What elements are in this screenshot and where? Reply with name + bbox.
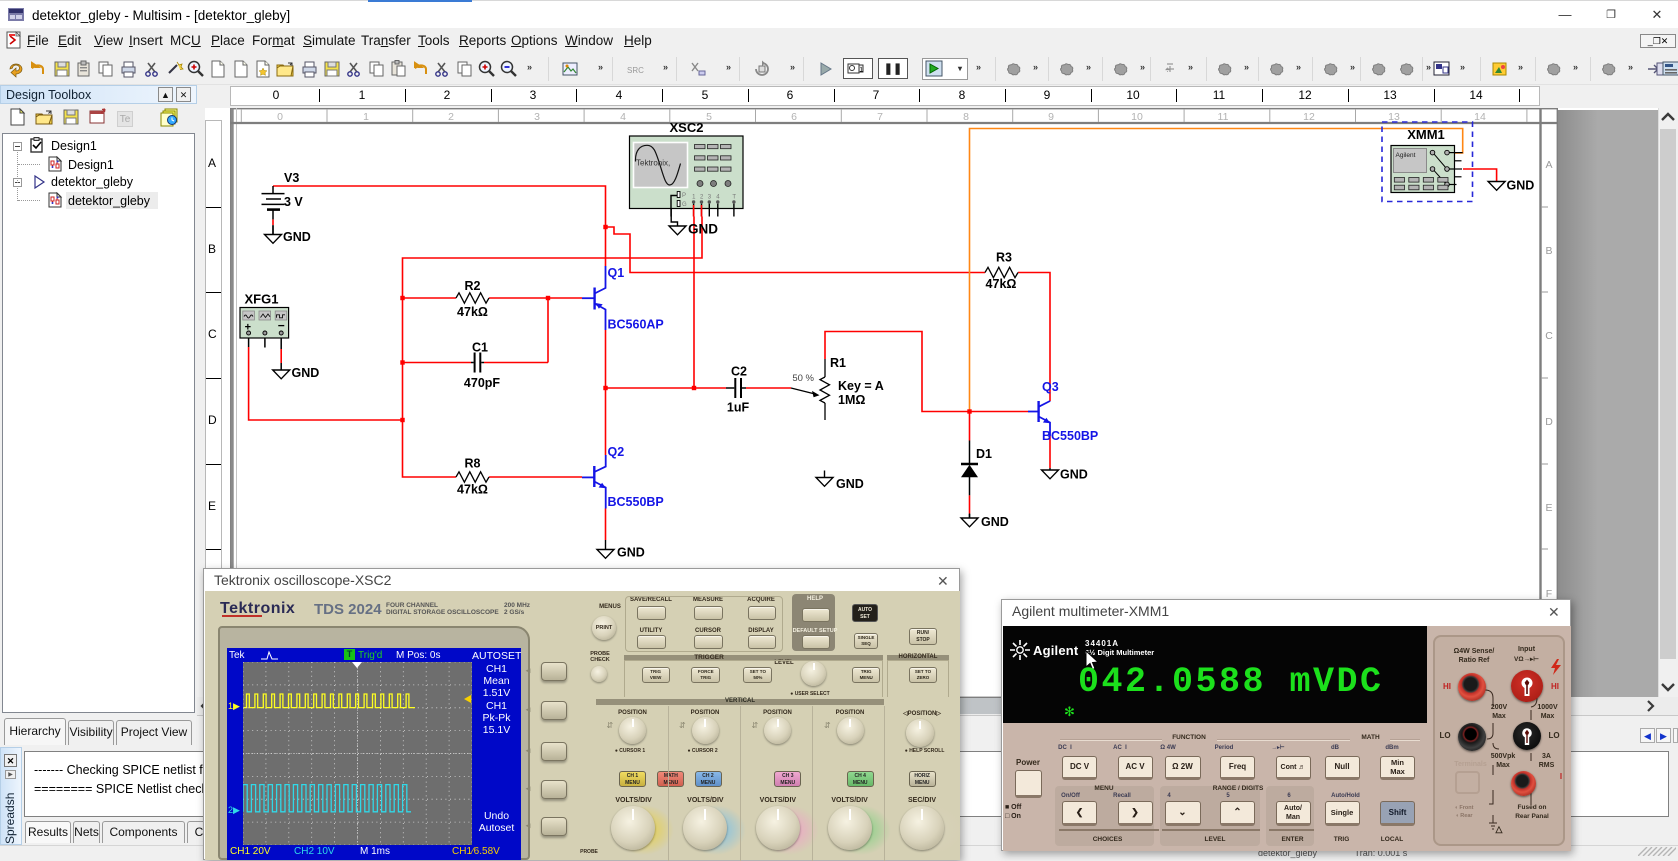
- svg-text:D1: D1: [976, 447, 992, 461]
- svg-text:4: 4: [620, 111, 626, 123]
- svg-text:2: 2: [448, 111, 454, 123]
- svg-text:BC550BP: BC550BP: [1042, 429, 1098, 443]
- svg-text:47kΩ: 47kΩ: [986, 277, 1017, 291]
- svg-text:GND: GND: [981, 515, 1009, 529]
- svg-text:Key = A: Key = A: [838, 379, 884, 393]
- svg-text:GND: GND: [617, 546, 645, 560]
- svg-text:7: 7: [877, 111, 883, 123]
- svg-text:T: T: [732, 195, 736, 201]
- svg-text:G: G: [682, 202, 687, 208]
- svg-text:÷: ÷: [1165, 65, 1170, 75]
- svg-text:3: 3: [534, 111, 540, 123]
- svg-text:SRC: SRC: [627, 66, 644, 75]
- svg-text:R1: R1: [830, 356, 846, 370]
- svg-text:XMM1: XMM1: [1407, 127, 1445, 142]
- svg-text:XFG1: XFG1: [245, 292, 279, 307]
- svg-text:GND: GND: [688, 222, 718, 237]
- svg-text:D: D: [1545, 416, 1553, 428]
- svg-text:10: 10: [1131, 111, 1143, 123]
- svg-text:R3: R3: [996, 251, 1012, 265]
- svg-text:47kΩ: 47kΩ: [457, 483, 488, 497]
- svg-text:A: A: [1545, 159, 1552, 171]
- svg-text:GND: GND: [836, 477, 864, 491]
- svg-text:E: E: [1545, 502, 1552, 514]
- svg-text:12: 12: [1303, 111, 1315, 123]
- svg-text:Tektronix,: Tektronix,: [636, 159, 670, 168]
- svg-text:1uF: 1uF: [727, 401, 750, 415]
- svg-text:47kΩ: 47kΩ: [457, 305, 488, 319]
- svg-text:−: −: [278, 319, 285, 333]
- svg-text:R8: R8: [465, 457, 481, 471]
- svg-text:P: P: [682, 193, 686, 199]
- svg-text:6: 6: [791, 111, 797, 123]
- svg-text:Q3: Q3: [1042, 380, 1059, 394]
- svg-text:3 V: 3 V: [284, 195, 303, 209]
- svg-text:GND: GND: [1507, 179, 1535, 193]
- svg-text:GND: GND: [292, 366, 320, 380]
- svg-text:C: C: [1545, 330, 1553, 342]
- svg-text:8: 8: [963, 111, 969, 123]
- svg-text:B: B: [1545, 245, 1552, 257]
- svg-text:BC550BP: BC550BP: [608, 495, 664, 509]
- svg-text:9: 9: [1048, 111, 1054, 123]
- svg-text:11: 11: [1218, 111, 1229, 123]
- svg-text:BC560AP: BC560AP: [608, 318, 664, 332]
- svg-text:14: 14: [1474, 111, 1486, 123]
- svg-text:1: 1: [363, 111, 369, 123]
- svg-text:Q2: Q2: [608, 445, 625, 459]
- svg-text:1MΩ: 1MΩ: [838, 393, 865, 407]
- svg-text:C1: C1: [472, 341, 488, 355]
- svg-text:0: 0: [277, 111, 283, 123]
- svg-text:5: 5: [706, 111, 712, 123]
- svg-text:C2: C2: [731, 365, 747, 379]
- svg-text:470pF: 470pF: [464, 376, 500, 390]
- svg-text:Agilent: Agilent: [1396, 152, 1416, 159]
- svg-text:50 %: 50 %: [792, 373, 814, 384]
- svg-text:Q1: Q1: [608, 266, 625, 280]
- svg-text:R2: R2: [465, 279, 481, 293]
- svg-text:XSC2: XSC2: [670, 120, 704, 135]
- svg-text:GND: GND: [283, 230, 311, 244]
- svg-text:GND: GND: [1060, 468, 1088, 482]
- svg-text:V3: V3: [284, 171, 299, 185]
